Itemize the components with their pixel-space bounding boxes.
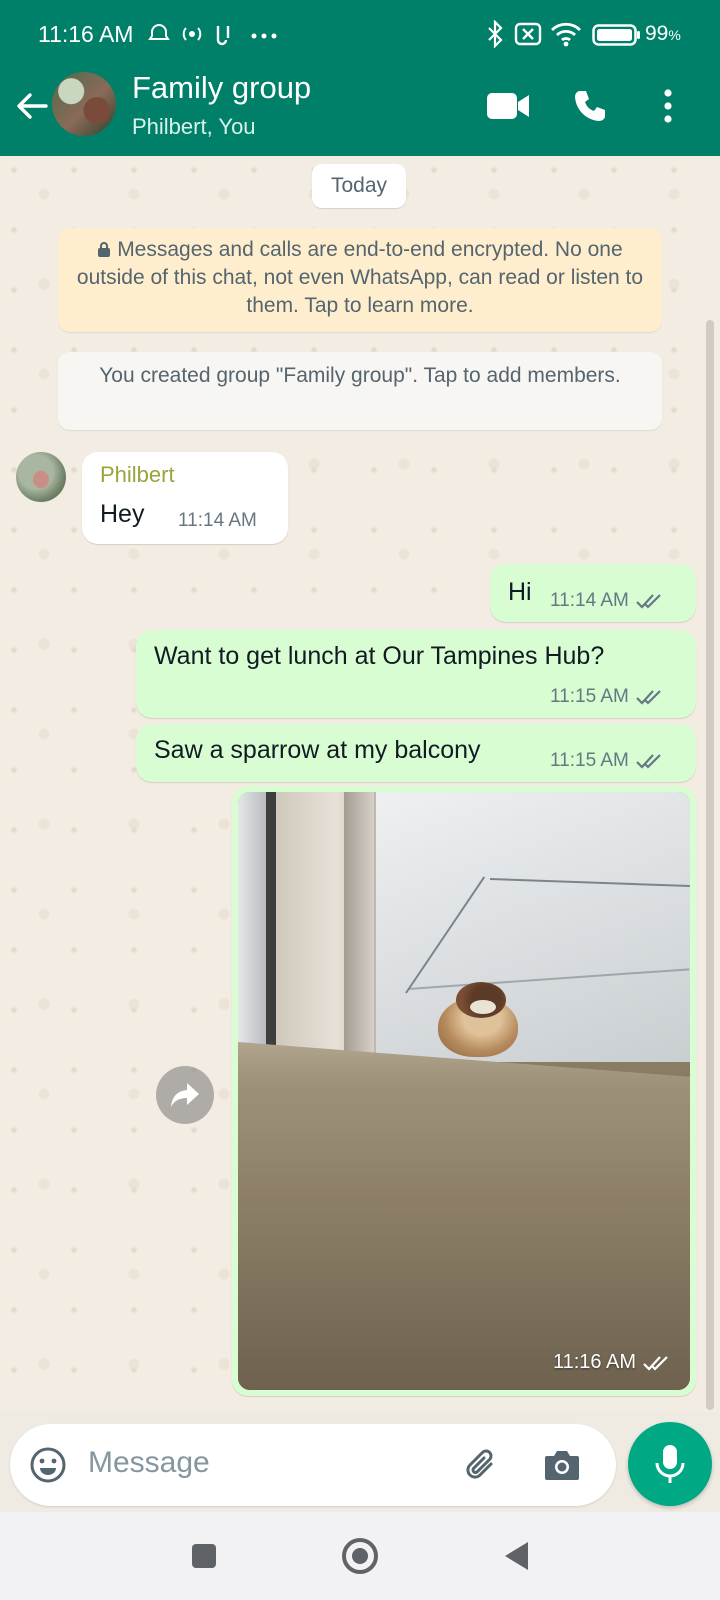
- back-button[interactable]: [494, 1534, 538, 1578]
- more-dots-icon: [251, 33, 277, 39]
- system-message[interactable]: You created group "Family group". Tap to…: [58, 352, 662, 430]
- message-bubble-outgoing[interactable]: Saw a sparrow at my balcony 11:15 AM: [136, 724, 696, 782]
- forward-icon: [171, 1083, 199, 1107]
- message-text: Hey: [100, 500, 145, 528]
- message-time: 11:16 AM: [552, 1351, 636, 1373]
- message-time: 11:14 AM: [178, 510, 257, 531]
- message-meta: 11:15 AM: [550, 750, 663, 772]
- chat-title[interactable]: Family group: [132, 70, 311, 106]
- sim-off-icon: [514, 22, 542, 46]
- read-ticks-icon: [636, 690, 661, 705]
- message-time: 11:15 AM: [550, 750, 629, 771]
- back-arrow-icon[interactable]: [12, 86, 52, 126]
- battery-level: 99%: [645, 22, 681, 45]
- chat-subtitle[interactable]: Philbert, You: [132, 114, 256, 140]
- photo-ledge: [238, 1042, 690, 1390]
- image-meta: 11:16 AM: [553, 1351, 670, 1374]
- message-text: Want to get lunch at Our Tampines Hub?: [154, 642, 605, 670]
- message-time: 11:15 AM: [550, 686, 629, 707]
- group-avatar[interactable]: [52, 72, 116, 136]
- encryption-notice[interactable]: Messages and calls are end-to-end encryp…: [58, 228, 662, 332]
- status-time: 11:16 AM: [38, 21, 134, 47]
- top-bar: 11:16 AM 99% Family group Philbert, You: [0, 0, 720, 156]
- menu-dots-icon: [664, 89, 672, 123]
- message-time: 11:14 AM: [550, 590, 629, 611]
- sparrow-photo[interactable]: 11:16 AM: [238, 792, 690, 1390]
- wifi-icon: [551, 22, 581, 47]
- message-input[interactable]: Message: [88, 1446, 210, 1480]
- message-input-bar[interactable]: Message: [10, 1424, 616, 1506]
- status-bar: 11:16 AM 99%: [0, 0, 720, 70]
- photo-floor: [376, 792, 690, 1062]
- lock-icon: [97, 238, 117, 261]
- forward-button[interactable]: [156, 1066, 214, 1124]
- photo-window-frame: [238, 792, 266, 1047]
- emoji-icon: [30, 1447, 66, 1483]
- sender-avatar[interactable]: [16, 452, 66, 502]
- menu-button[interactable]: [644, 84, 692, 128]
- video-call-button[interactable]: [484, 84, 532, 128]
- voice-call-icon: [575, 91, 605, 121]
- sender-name[interactable]: Philbert: [100, 462, 175, 488]
- battery-icon: [592, 24, 640, 46]
- message-bubble-outgoing[interactable]: Hi 11:14 AM: [490, 564, 696, 622]
- camera-icon: [545, 1451, 579, 1480]
- video-call-icon: [487, 93, 529, 119]
- bluetooth-icon: [488, 20, 503, 48]
- back-triangle-icon: [505, 1542, 528, 1570]
- recents-button[interactable]: [182, 1534, 226, 1578]
- photo-pillar-shade: [344, 792, 374, 1062]
- emoji-button[interactable]: [28, 1445, 68, 1485]
- hotspot-icon: [182, 27, 202, 41]
- message-bubble-outgoing[interactable]: Want to get lunch at Our Tampines Hub? 1…: [136, 630, 696, 718]
- attach-icon: [466, 1449, 493, 1479]
- camera-button[interactable]: [542, 1445, 582, 1485]
- encryption-text: Messages and calls are end-to-end encryp…: [76, 238, 644, 317]
- date-chip: Today: [312, 164, 406, 208]
- photo-window-edge: [266, 792, 276, 1047]
- read-ticks-icon: [636, 594, 661, 609]
- message-bubble-incoming[interactable]: Philbert Hey 11:14 AM: [82, 452, 288, 544]
- nfc-icon: [216, 26, 230, 46]
- mic-icon: [655, 1445, 685, 1483]
- sparrow-cheek: [470, 1000, 496, 1014]
- message-text: Saw a sparrow at my balcony: [154, 736, 481, 764]
- attach-button[interactable]: [462, 1445, 502, 1485]
- home-circle-icon: [342, 1538, 378, 1574]
- home-button[interactable]: [338, 1534, 382, 1578]
- image-message-bubble[interactable]: 11:16 AM: [232, 786, 696, 1396]
- message-meta: 11:14 AM: [550, 590, 663, 612]
- message-meta: 11:15 AM: [550, 686, 663, 708]
- voice-call-button[interactable]: [566, 84, 614, 128]
- chat-scrollbar[interactable]: [706, 320, 714, 1410]
- read-ticks-icon: [636, 754, 661, 769]
- voice-message-button[interactable]: [628, 1422, 712, 1506]
- system-nav-bar: [0, 1512, 720, 1600]
- recents-square-icon: [192, 1544, 216, 1568]
- read-ticks-icon: [643, 1355, 668, 1371]
- notification-icon: [148, 24, 170, 40]
- message-text: Hi: [508, 578, 532, 606]
